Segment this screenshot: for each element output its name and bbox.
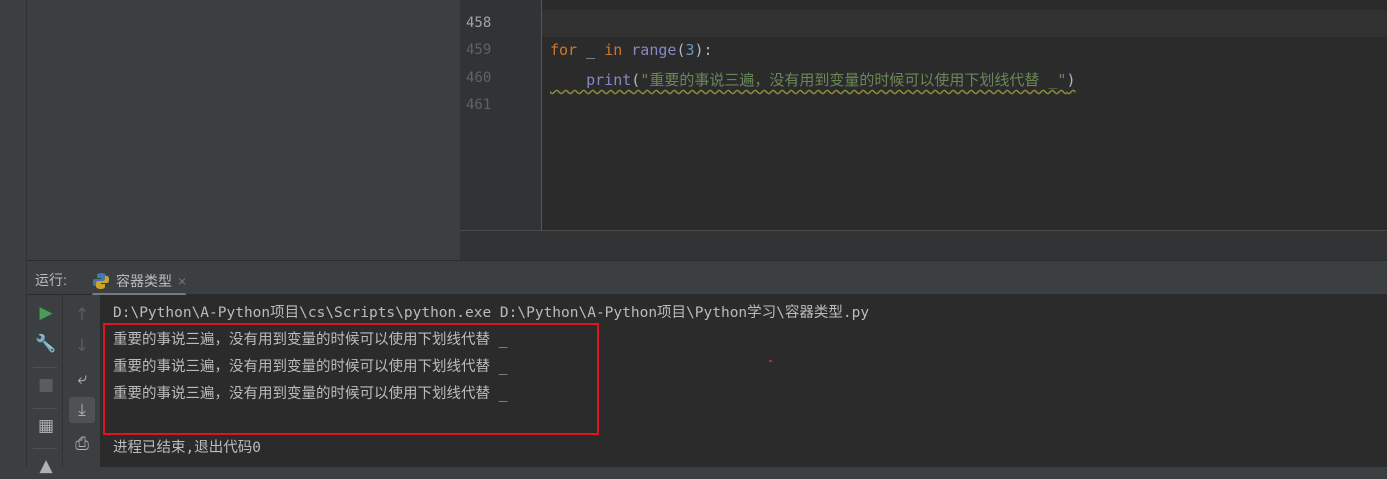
run-toolbar-secondary: ↑ ↓ ⤶ ⤓ ⎙ [63,295,100,467]
divider [33,408,57,409]
line-number: 461 [466,97,492,113]
wrench-icon[interactable]: 🔧 [33,331,59,357]
pin-icon[interactable]: ▲ [33,453,59,479]
run-toolbar-primary: ▶ 🔧 ■ ▦ ▲ [27,295,63,476]
divider [33,367,57,368]
current-line-highlight [460,10,1387,37]
code-editor[interactable]: 458 459 460 461 for _ in range(3): print… [460,0,1387,230]
console-command: D:\Python\A-Python项目\cs\Scripts\python.e… [113,305,870,321]
loop-variable: _ [577,41,605,59]
keyword-in: in [604,41,623,59]
keyword-for: for [550,41,578,59]
line-number: 460 [466,70,492,86]
close-icon[interactable]: × [178,273,186,289]
stop-icon[interactable]: ■ [33,372,59,398]
down-arrow-icon[interactable]: ↓ [69,333,95,359]
run-tool-header: 运行: 容器类型 × [27,260,1387,297]
code-line-459: for _ in range(3): [550,41,713,59]
string-literal: "重要的事说三遍，没有用到变量的时候可以使用下划线代替 _" [640,71,1067,89]
builtin-print: print [586,71,632,89]
run-tab-label: 容器类型 [116,273,172,289]
paren: ( [631,71,641,89]
annotation-dot [769,360,772,362]
soft-wrap-icon[interactable]: ⤶ [69,366,95,392]
number-literal: 3 [685,41,695,59]
paren-colon: ): [694,41,713,59]
line-number: 458 [466,15,492,31]
run-tab[interactable]: 容器类型 × [92,267,187,297]
divider [33,448,57,449]
builtin-range: range [622,41,677,59]
layout-icon[interactable]: ▦ [33,413,59,439]
line-number: 459 [466,42,492,58]
code-line-460: print("重要的事说三遍，没有用到变量的时候可以使用下划线代替 _") [550,69,1075,90]
editor-bottom-area [460,230,1387,260]
exit-message: 进程已结束,退出代码0 [113,440,261,456]
run-label: 运行: [35,272,67,288]
left-tool-strip [0,0,27,467]
rerun-icon[interactable]: ▶ [33,300,59,326]
highlight-box [103,323,599,435]
up-arrow-icon[interactable]: ↑ [69,302,95,328]
line-number-gutter: 458 459 460 461 [460,0,542,230]
paren: ) [1066,71,1076,89]
project-panel [27,0,460,260]
scroll-to-end-icon[interactable]: ⤓ [69,397,95,423]
print-icon[interactable]: ⎙ [69,431,95,457]
python-icon [93,273,109,289]
